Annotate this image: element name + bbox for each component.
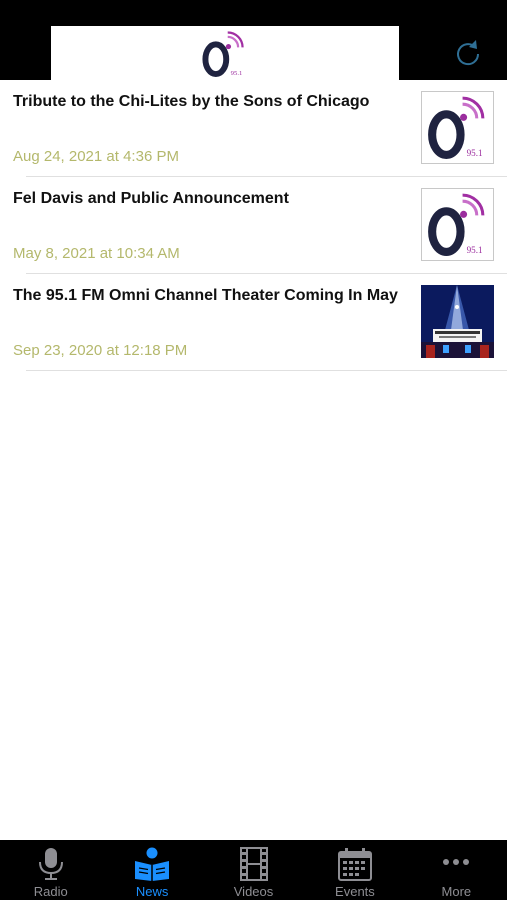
news-thumbnail xyxy=(421,91,494,164)
newspaper-reader-icon xyxy=(135,847,170,881)
news-title: Tribute to the Chi-Lites by the Sons of … xyxy=(13,93,370,110)
tab-label: Events xyxy=(335,884,375,899)
tab-label: News xyxy=(135,884,169,899)
news-date: May 8, 2021 at 10:34 AM xyxy=(13,245,180,262)
tab-radio[interactable]: Radio xyxy=(0,840,101,900)
theater-image xyxy=(421,285,494,358)
news-title: The 95.1 FM Omni Channel Theater Coming … xyxy=(13,287,398,304)
news-title: Fel Davis and Public Announcement xyxy=(13,190,289,207)
top-bar xyxy=(0,0,507,80)
microphone-icon xyxy=(38,848,63,880)
tab-news[interactable]: News xyxy=(101,840,202,900)
tab-label: Radio xyxy=(33,884,68,899)
news-date: Aug 24, 2021 at 4:36 PM xyxy=(13,148,179,165)
more-dots-icon xyxy=(443,859,470,865)
film-strip-icon xyxy=(239,847,268,881)
tab-more[interactable]: More xyxy=(406,840,507,900)
news-date: Sep 23, 2020 at 12:18 PM xyxy=(13,342,188,359)
news-thumbnail xyxy=(421,285,494,358)
divider xyxy=(26,370,507,371)
tab-events[interactable]: Events xyxy=(304,840,405,900)
tab-bar: Radio News Videos Events More xyxy=(0,840,507,900)
station-logo-banner xyxy=(51,26,399,80)
news-item[interactable]: Fel Davis and Public Announcement May 8,… xyxy=(0,177,507,274)
calendar-icon xyxy=(337,848,372,881)
news-item[interactable]: Tribute to the Chi-Lites by the Sons of … xyxy=(0,80,507,177)
refresh-icon[interactable] xyxy=(452,36,484,68)
tab-label: More xyxy=(441,884,472,899)
news-item[interactable]: The 95.1 FM Omni Channel Theater Coming … xyxy=(0,274,507,371)
tab-label: Videos xyxy=(233,884,274,899)
news-list: Tribute to the Chi-Lites by the Sons of … xyxy=(0,80,507,371)
tab-videos[interactable]: Videos xyxy=(203,840,304,900)
news-thumbnail xyxy=(421,188,494,261)
station-logo xyxy=(198,28,250,80)
